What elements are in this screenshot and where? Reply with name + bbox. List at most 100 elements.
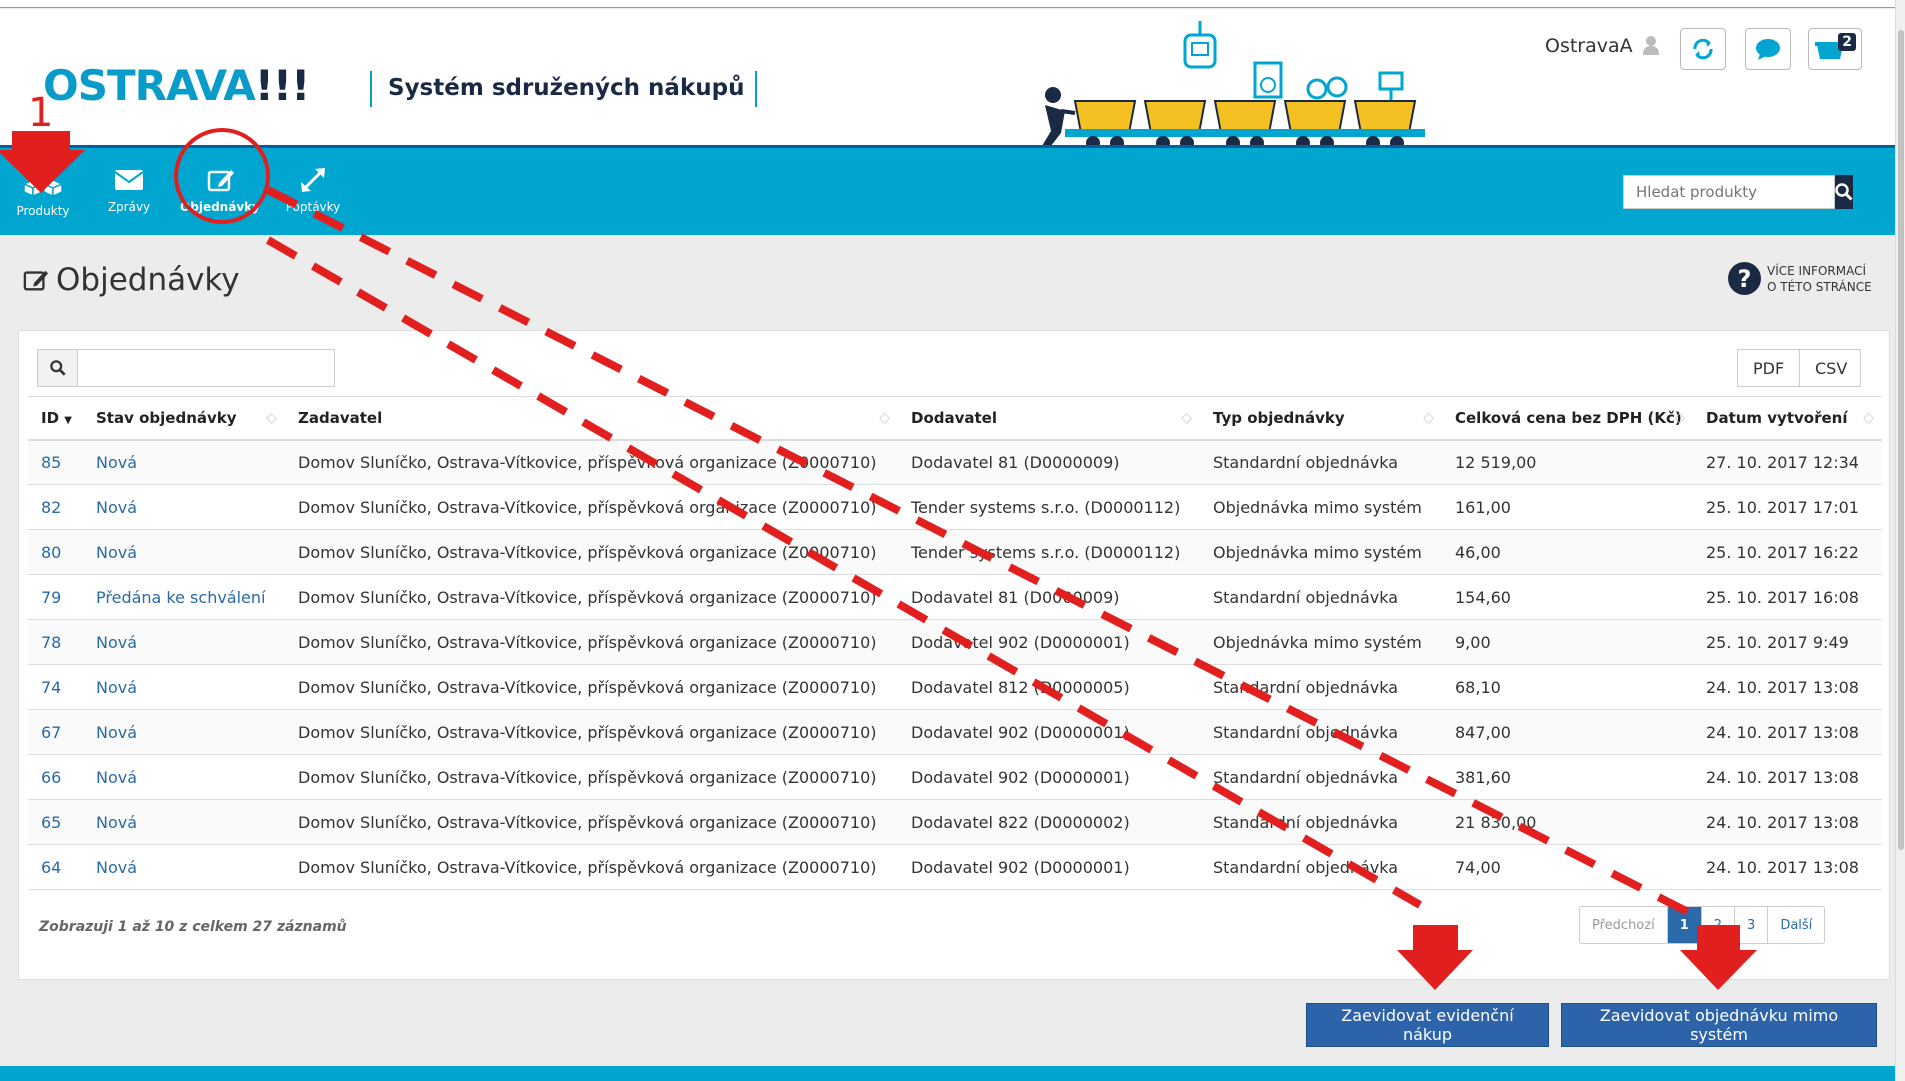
- cell-stav[interactable]: Předána ke schválení: [83, 574, 285, 620]
- cell-cena: 381,60: [1442, 754, 1693, 800]
- cell-zadavatel: Domov Sluníčko, Ostrava-Vítkovice, přísp…: [285, 844, 898, 890]
- cell-cena: 9,00: [1442, 619, 1693, 665]
- cell-dodavatel: Dodavatel 812 (D0000005): [898, 664, 1200, 710]
- cell-id[interactable]: 74: [28, 664, 83, 710]
- cell-id[interactable]: 66: [28, 754, 83, 800]
- pagination-page-1[interactable]: 1: [1667, 907, 1702, 943]
- cell-zadavatel: Domov Sluníčko, Ostrava-Vítkovice, přísp…: [285, 709, 898, 755]
- nav-item-poptavky[interactable]: Poptávky: [283, 166, 343, 214]
- messages-button[interactable]: [1745, 28, 1791, 70]
- cell-typ: Standardní objednávka: [1200, 709, 1442, 755]
- cell-datum: 25. 10. 2017 9:49: [1693, 619, 1882, 665]
- cell-stav[interactable]: Nová: [83, 844, 285, 890]
- table-row[interactable]: 64 Nová Domov Sluníčko, Ostrava-Vítkovice,…: [28, 844, 1882, 890]
- edit-icon: [23, 270, 49, 291]
- main-navbar: Produkty Zprávy Objednávky Poptávky: [0, 145, 1895, 235]
- scrollbar-thumb[interactable]: [1898, 30, 1904, 850]
- search-icon: [1835, 183, 1853, 201]
- cell-dodavatel: Dodavatel 81 (D0000009): [898, 439, 1200, 485]
- table-row[interactable]: 78 Nová Domov Sluníčko, Ostrava-Vítkovice,…: [28, 619, 1882, 665]
- cell-stav[interactable]: Nová: [83, 664, 285, 710]
- cell-id[interactable]: 65: [28, 799, 83, 845]
- cell-id[interactable]: 67: [28, 709, 83, 755]
- user-info[interactable]: OstravaA: [1545, 35, 1659, 57]
- cell-stav[interactable]: Nová: [83, 709, 285, 755]
- expand-icon: [301, 168, 325, 192]
- pagination: Předchozí 1 2 3 Další: [1579, 906, 1826, 944]
- table-row[interactable]: 79 Předána ke schválení Domov Sluníčko, Os…: [28, 574, 1882, 620]
- pagination-page-3[interactable]: 3: [1735, 907, 1769, 943]
- cell-id[interactable]: 80: [28, 529, 83, 575]
- cell-id[interactable]: 79: [28, 574, 83, 620]
- cell-typ: Standardní objednávka: [1200, 799, 1442, 845]
- cell-cena: 161,00: [1442, 484, 1693, 530]
- col-header-stav[interactable]: Stav objednávky ◇: [83, 396, 285, 441]
- col-header-datum[interactable]: Datum vytvoření ◇: [1693, 396, 1882, 441]
- table-row[interactable]: 66 Nová Domov Sluníčko, Ostrava-Vítkovice,…: [28, 754, 1882, 800]
- nav-label: Poptávky: [285, 200, 341, 214]
- train-illustration: [1039, 21, 1425, 151]
- col-header-typ[interactable]: Typ objednávky ◇: [1200, 396, 1442, 441]
- cell-stav[interactable]: Nová: [83, 529, 285, 575]
- user-name: OstravaA: [1545, 35, 1633, 57]
- record-evidence-purchase-button[interactable]: Zaevidovat evidenční nákup: [1306, 1003, 1549, 1047]
- refresh-button[interactable]: [1680, 28, 1726, 70]
- cell-typ: Standardní objednávka: [1200, 439, 1442, 485]
- cell-datum: 24. 10. 2017 13:08: [1693, 799, 1882, 845]
- cell-dodavatel: Dodavatel 902 (D0000001): [898, 754, 1200, 800]
- cell-dodavatel: Dodavatel 81 (D0000009): [898, 574, 1200, 620]
- cell-cena: 74,00: [1442, 844, 1693, 890]
- user-icon: [1642, 36, 1659, 55]
- cell-cena: 12 519,00: [1442, 439, 1693, 485]
- nav-item-zpravy[interactable]: Zprávy: [104, 166, 154, 214]
- cell-stav[interactable]: Nová: [83, 619, 285, 665]
- cell-zadavatel: Domov Sluníčko, Ostrava-Vítkovice, přísp…: [285, 619, 898, 665]
- cell-dodavatel: Dodavatel 822 (D0000002): [898, 799, 1200, 845]
- table-row[interactable]: 85 Nová Domov Sluníčko, Ostrava-Vítkovice,…: [28, 439, 1882, 485]
- orders-table: ID ▼ Stav objednávky ◇ Zadavatel ◇ Dodavat…: [28, 396, 1882, 890]
- table-row[interactable]: 80 Nová Domov Sluníčko, Ostrava-Vítkovice,…: [28, 529, 1882, 575]
- table-row[interactable]: 74 Nová Domov Sluníčko, Ostrava-Vítkovice,…: [28, 664, 1882, 710]
- cell-id[interactable]: 78: [28, 619, 83, 665]
- cell-typ: Objednávka mimo systém: [1200, 619, 1442, 665]
- table-row[interactable]: 67 Nová Domov Sluníčko, Ostrava-Vítkovice,…: [28, 709, 1882, 755]
- edit-icon: [207, 170, 234, 192]
- col-header-zadavatel[interactable]: Zadavatel ◇: [285, 396, 898, 441]
- logo[interactable]: OSTRAVA!!!: [43, 61, 310, 110]
- more-info-link[interactable]: ? VÍCE INFORMACÍ O TÉTO STRÁNCE: [1728, 262, 1872, 295]
- cart-button[interactable]: 2: [1808, 28, 1862, 70]
- nav-label: Produkty: [16, 204, 70, 218]
- cell-stav[interactable]: Nová: [83, 754, 285, 800]
- cell-zadavatel: Domov Sluníčko, Ostrava-Vítkovice, přísp…: [285, 754, 898, 800]
- annotation-number-2: 2: [1707, 922, 1733, 968]
- table-header-row: ID ▼ Stav objednávky ◇ Zadavatel ◇ Dodavat…: [28, 396, 1882, 441]
- col-header-cena[interactable]: Celková cena bez DPH (Kč) ◇: [1442, 396, 1693, 441]
- export-csv-button[interactable]: CSV: [1799, 349, 1861, 387]
- cell-id[interactable]: 85: [28, 439, 83, 485]
- export-pdf-button[interactable]: PDF: [1737, 349, 1801, 387]
- pagination-prev[interactable]: Předchozí: [1580, 907, 1668, 943]
- pagination-next[interactable]: Další: [1768, 907, 1824, 943]
- nav-item-produkty[interactable]: Produkty: [14, 166, 72, 218]
- page-scrollbar[interactable]: [1895, 0, 1905, 1081]
- nav-item-objednavky[interactable]: Objednávky: [180, 166, 260, 214]
- col-header-dodavatel[interactable]: Dodavatel ◇: [898, 396, 1200, 441]
- table-filter-input[interactable]: [78, 350, 334, 386]
- cell-stav[interactable]: Nová: [83, 484, 285, 530]
- product-search-button[interactable]: [1835, 175, 1853, 209]
- cell-stav[interactable]: Nová: [83, 799, 285, 845]
- envelope-icon: [114, 170, 144, 190]
- cell-zadavatel: Domov Sluníčko, Ostrava-Vítkovice, přísp…: [285, 529, 898, 575]
- cell-id[interactable]: 82: [28, 484, 83, 530]
- page-title: Objednávky: [22, 262, 240, 298]
- annotation-number-1: 1: [28, 90, 54, 136]
- cell-datum: 24. 10. 2017 13:08: [1693, 709, 1882, 755]
- product-search-input[interactable]: [1623, 175, 1835, 209]
- record-external-order-button[interactable]: Zaevidovat objednávku mimo systém: [1561, 1003, 1877, 1047]
- cell-id[interactable]: 64: [28, 844, 83, 890]
- col-header-id[interactable]: ID ▼: [28, 396, 83, 441]
- cell-stav[interactable]: Nová: [83, 439, 285, 485]
- cell-cena: 46,00: [1442, 529, 1693, 575]
- table-row[interactable]: 82 Nová Domov Sluníčko, Ostrava-Vítkovice,…: [28, 484, 1882, 530]
- table-row[interactable]: 65 Nová Domov Sluníčko, Ostrava-Vítkovice,…: [28, 799, 1882, 845]
